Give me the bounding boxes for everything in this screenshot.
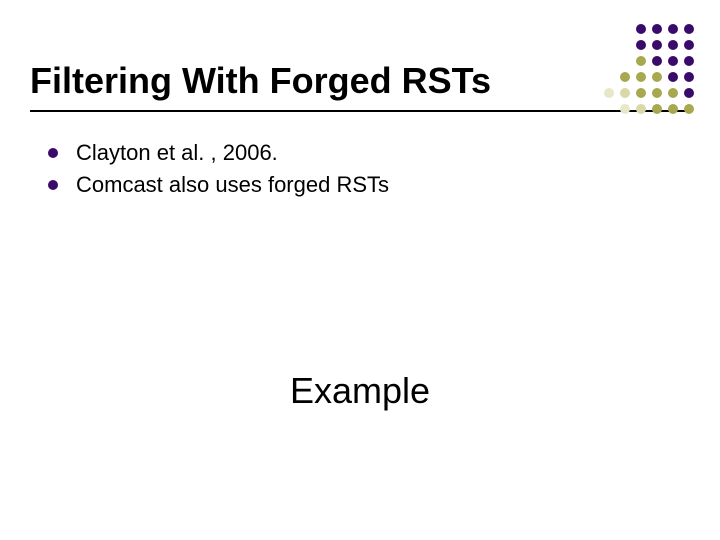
title-underline — [30, 110, 690, 112]
slide-title: Filtering With Forged RSTs — [30, 60, 690, 102]
bullet-text: Clayton et al. , 2006. — [76, 140, 278, 165]
list-item: Comcast also uses forged RSTs — [48, 172, 690, 198]
bullet-text: Comcast also uses forged RSTs — [76, 172, 389, 197]
example-heading: Example — [0, 370, 720, 412]
bullet-list: Clayton et al. , 2006. Comcast also uses… — [30, 140, 690, 198]
list-item: Clayton et al. , 2006. — [48, 140, 690, 166]
slide-container: Filtering With Forged RSTs Clayton et al… — [0, 0, 720, 540]
decorative-dots — [604, 24, 696, 116]
